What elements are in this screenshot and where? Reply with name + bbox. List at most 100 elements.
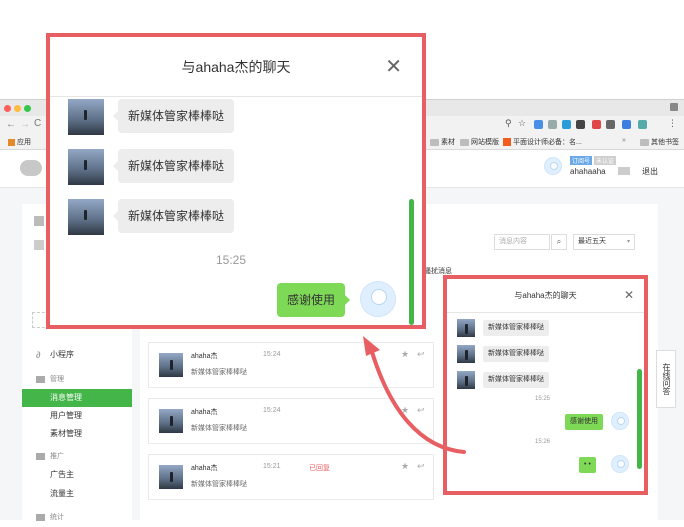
online-qa-label: 在线问答 (662, 363, 671, 395)
reload-icon[interactable]: C (34, 118, 41, 129)
manage-icon (36, 376, 45, 383)
key-icon[interactable]: ⚲ (505, 118, 512, 129)
message-bubble: 新媒体管家棒棒哒 (112, 99, 235, 133)
bookmarks-more-icon[interactable]: » (622, 137, 626, 144)
message-text: 新媒体管家棒棒哒 (191, 481, 247, 488)
folder-icon (460, 138, 469, 146)
mail-icon[interactable] (618, 167, 630, 175)
promote-icon (36, 453, 45, 460)
star-icon[interactable]: ☆ (518, 118, 526, 129)
bookmark-folder-1[interactable]: 素材 (430, 137, 455, 147)
sender-avatar (68, 99, 104, 135)
close-icon[interactable]: ✕ (385, 57, 402, 77)
bookmark-folder-2[interactable]: 网站模版 (460, 137, 499, 147)
big-chat-header: 与ahaha杰的聊天 ✕ (50, 37, 422, 97)
extension-blue-icon[interactable] (562, 120, 571, 129)
scrollbar-thumb[interactable] (409, 199, 414, 325)
verify-badge: 未认证 (594, 156, 617, 165)
sender-name: ahaha杰 (191, 465, 218, 472)
big-chat-body: 新媒体管家棒棒哒 新媒体管家棒棒哒 新媒体管家棒棒哒 15:25 感谢使用 (50, 97, 422, 325)
user-avatar[interactable] (544, 157, 562, 175)
sender-avatar (68, 199, 104, 235)
sender-avatar (159, 409, 183, 433)
close-dot[interactable] (4, 105, 11, 112)
arrow-curve (370, 350, 466, 454)
replied-status: 已回复 (309, 465, 330, 472)
bookmark-label: 素材 (441, 139, 455, 146)
grid-icon[interactable] (34, 240, 44, 250)
search-placeholder: 消息内容 (499, 238, 527, 245)
sidebar-item-label: 消息管理 (50, 393, 82, 402)
search-icon[interactable]: ⌕ (551, 234, 567, 250)
sender-name: ahaha杰 (191, 409, 218, 416)
date-range-select[interactable]: 最近五天 ▾ (573, 234, 635, 250)
back-icon[interactable]: ← (6, 119, 16, 130)
extension-p-icon[interactable] (622, 120, 631, 129)
online-qa-tab[interactable]: 在线问答 (656, 350, 676, 408)
bookmark-apps-label: 应用 (17, 139, 31, 146)
message-row[interactable]: ahaha杰 15:21 已回复 新媒体管家棒棒哒 ★ ↩ (148, 454, 434, 500)
sender-avatar (159, 465, 183, 489)
my-avatar (360, 281, 396, 317)
extension-star-icon[interactable] (606, 120, 615, 129)
sidebar-section-manage: 管理 (22, 371, 132, 389)
home-icon[interactable] (34, 216, 44, 226)
reply-icon[interactable]: ↩ (417, 461, 425, 472)
sender-avatar (159, 353, 183, 377)
menu-icon[interactable]: ⋮ (668, 118, 677, 129)
timestamp: 15:25 (216, 253, 247, 267)
my-avatar (611, 455, 629, 473)
chevron-down-icon: ▾ (626, 239, 630, 245)
extension-dark-icon[interactable] (576, 120, 585, 129)
sender-name: ahaha杰 (191, 353, 218, 360)
message-bubble: 新媒体管家棒棒哒 (483, 320, 549, 336)
sidebar-item-users[interactable]: 用户管理 (22, 407, 132, 425)
sidebar-item-advertiser[interactable]: 广告主 (22, 466, 132, 484)
extension-gray-icon[interactable] (548, 120, 557, 129)
wechat-logo-icon (20, 160, 42, 176)
reply-bubble: 感谢使用 (277, 283, 351, 317)
chat-message-row: 新媒体管家棒棒哒 (68, 149, 368, 189)
extension-translate-icon[interactable] (534, 120, 543, 129)
message-bubble: 新媒体管家棒棒哒 (112, 149, 235, 183)
sidebar-item-label: 用户管理 (50, 411, 82, 420)
big-chat-popup: 与ahaha杰的聊天 ✕ 新媒体管家棒棒哒 新媒体管家棒棒哒 新媒体管家棒棒哒 … (46, 33, 426, 329)
scrollbar-thumb[interactable] (637, 369, 642, 469)
minimize-dot[interactable] (14, 105, 21, 112)
bookmark-other[interactable]: 其他书签 (640, 137, 679, 147)
timestamp: 15:25 (535, 396, 551, 402)
profile-icon[interactable] (670, 103, 678, 111)
small-chat-title: 与ahaha杰的聊天 (514, 291, 577, 300)
extension-teal-icon[interactable] (638, 120, 647, 129)
small-chat-header: 与ahaha杰的聊天 ✕ (447, 279, 644, 313)
message-time: 15:24 (263, 407, 281, 414)
username: ahahaaha (570, 167, 606, 176)
sidebar-item-label: 流量主 (50, 489, 74, 498)
forward-icon[interactable]: → (20, 119, 30, 130)
big-chat-title: 与ahaha杰的聊天 (181, 59, 291, 75)
reply-bubble: • • (579, 457, 596, 473)
sidebar-item-miniprogram[interactable]: ∂ 小程序 (22, 346, 132, 364)
extension-red-icon[interactable] (592, 120, 601, 129)
timestamp: 15:26 (535, 439, 551, 445)
mini-program-icon: ∂ (36, 350, 41, 360)
zoom-arrow (363, 336, 466, 454)
message-bubble: 新媒体管家棒棒哒 (483, 346, 549, 362)
message-bubble: 新媒体管家棒棒哒 (112, 199, 235, 233)
bookmark-label: 其他书签 (651, 139, 679, 146)
maximize-dot[interactable] (24, 105, 31, 112)
close-icon[interactable]: ✕ (624, 288, 634, 302)
sidebar-section-label: 推广 (50, 453, 64, 460)
date-range-value: 最近五天 (578, 238, 606, 245)
star-icon[interactable]: ★ (401, 461, 409, 472)
bookmark-apps[interactable]: 应用 (8, 137, 31, 147)
sidebar-item-traffic[interactable]: 流量主 (22, 485, 132, 503)
bookmark-site[interactable]: 平面设计师必备：名... (503, 137, 582, 147)
logout-link[interactable]: 退出 (642, 166, 658, 177)
search-input[interactable]: 消息内容 (494, 234, 550, 250)
sidebar-item-materials[interactable]: 素材管理 (22, 425, 132, 443)
small-chat-popup: 与ahaha杰的聊天 ✕ 新媒体管家棒棒哒 新媒体管家棒棒哒 新媒体管家棒棒哒 … (443, 275, 648, 495)
sidebar-item-messages[interactable]: 消息管理 (22, 389, 132, 407)
chat-message-row: 新媒体管家棒棒哒 (68, 99, 368, 139)
message-text: 新媒体管家棒棒哒 (191, 425, 247, 432)
